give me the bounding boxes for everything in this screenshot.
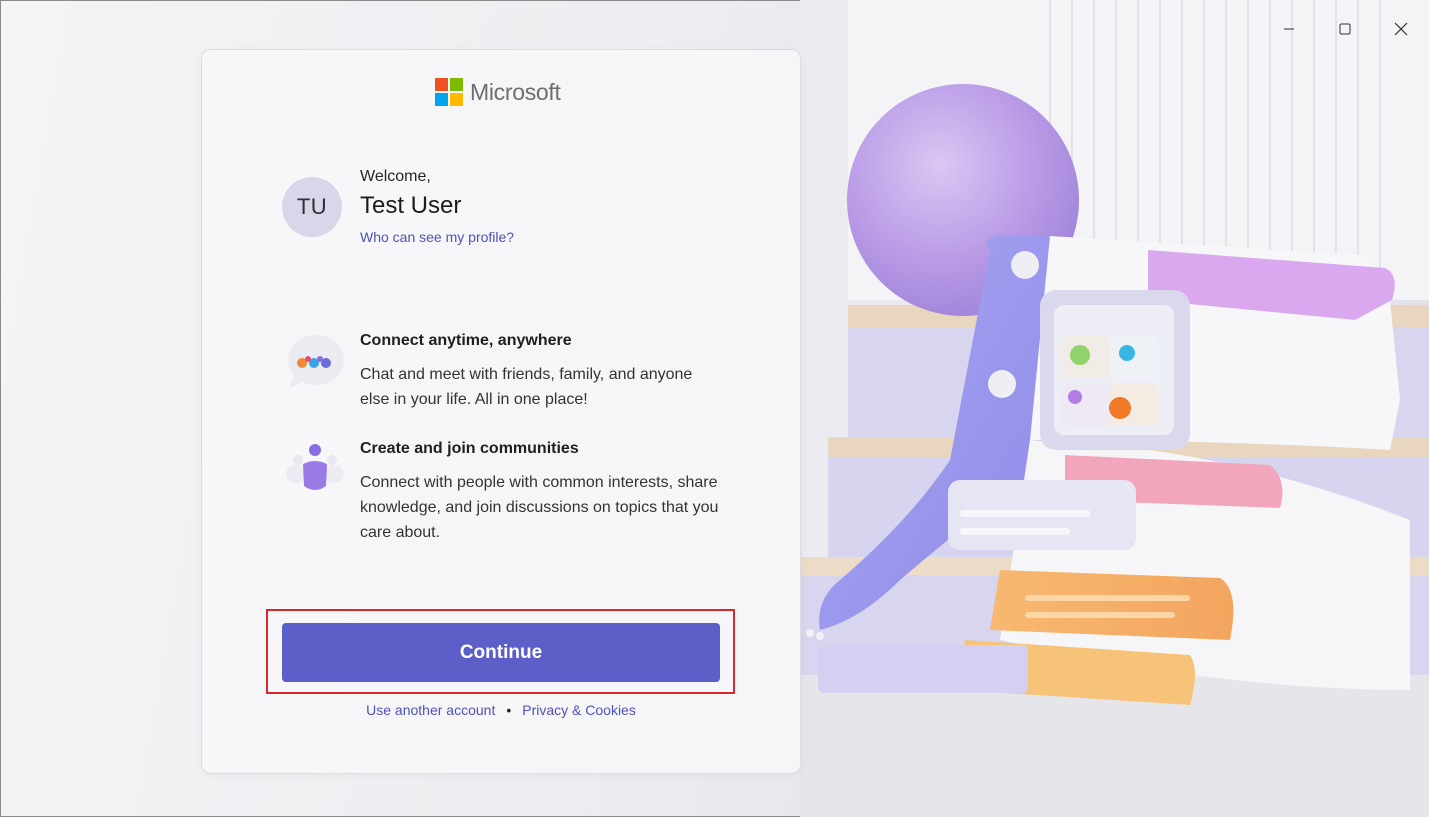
feature-title: Connect anytime, anywhere bbox=[360, 332, 572, 349]
community-people-icon bbox=[286, 444, 344, 490]
feature-description: Connect with people with common interest… bbox=[360, 474, 719, 541]
footer-links: Use another account • Privacy & Cookies bbox=[202, 702, 800, 718]
avatar: TU bbox=[282, 177, 342, 237]
microsoft-logo-icon bbox=[435, 78, 463, 106]
window-controls bbox=[1261, 0, 1429, 58]
separator-dot: • bbox=[506, 702, 512, 718]
chat-bubble-icon bbox=[288, 335, 344, 388]
close-button[interactable] bbox=[1373, 0, 1429, 58]
minimize-icon bbox=[1284, 28, 1294, 30]
feature-title: Create and join communities bbox=[360, 440, 579, 457]
hero-illustration bbox=[800, 0, 1429, 817]
welcome-text: Welcome, bbox=[360, 168, 431, 185]
microsoft-brand: Microsoft bbox=[435, 78, 561, 106]
maximize-icon bbox=[1339, 23, 1351, 35]
maximize-button[interactable] bbox=[1317, 0, 1373, 58]
minimize-button[interactable] bbox=[1261, 0, 1317, 58]
use-another-account-link[interactable]: Use another account bbox=[366, 702, 495, 718]
feature-description: Chat and meet with friends, family, and … bbox=[360, 366, 693, 408]
profile-visibility-link[interactable]: Who can see my profile? bbox=[360, 229, 514, 245]
brand-name: Microsoft bbox=[470, 78, 561, 105]
close-icon bbox=[1394, 22, 1408, 36]
continue-button[interactable]: Continue bbox=[282, 623, 720, 682]
user-name: Test User bbox=[360, 192, 462, 219]
privacy-cookies-link[interactable]: Privacy & Cookies bbox=[522, 702, 636, 718]
welcome-card: Microsoft TU Welcome, Test User Who can … bbox=[201, 49, 801, 774]
